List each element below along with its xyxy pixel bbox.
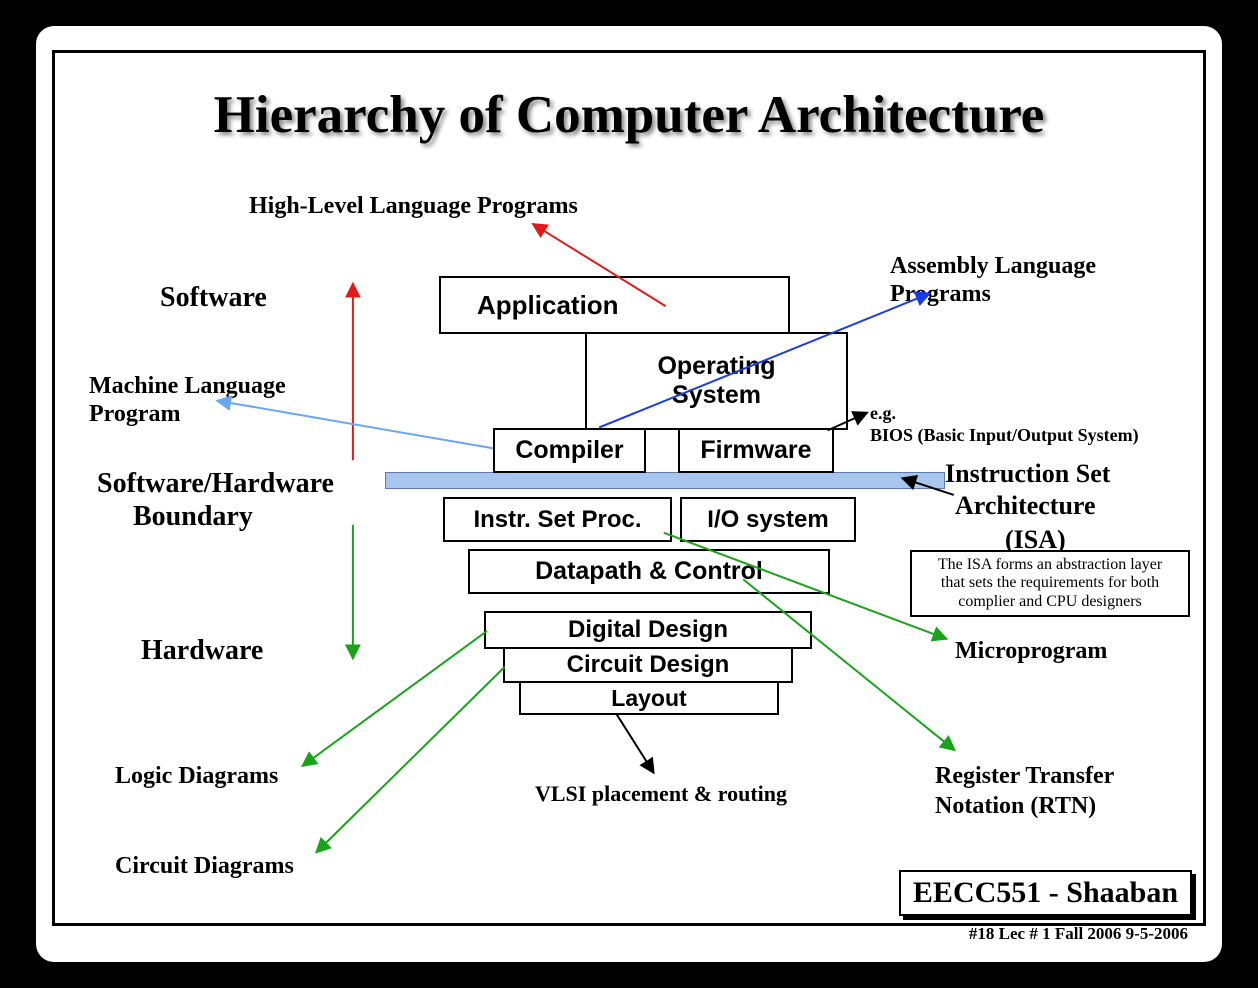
label-vlsi: VLSI placement & routing: [535, 781, 787, 807]
box-os: Operating System: [585, 332, 848, 430]
label-bios-2: BIOS (Basic Input/Output System): [870, 425, 1139, 446]
box-application: Application: [439, 276, 790, 334]
slide-title: Hierarchy of Computer Architecture: [55, 85, 1203, 145]
label-bios-1: e.g.: [870, 403, 896, 424]
box-layout: Layout: [519, 681, 779, 715]
box-isp: Instr. Set Proc.: [443, 497, 672, 542]
isa-bar: [385, 472, 945, 489]
inner-frame: Hierarchy of Computer Architecture High-…: [52, 50, 1206, 926]
label-rtn-2: Notation (RTN): [935, 793, 1096, 820]
label-isa-1: Instruction Set: [945, 459, 1110, 489]
label-hardware: Hardware: [141, 635, 263, 667]
label-microprogram: Microprogram: [955, 638, 1107, 665]
label-swhw-1: Software/Hardware: [97, 468, 334, 500]
box-compiler: Compiler: [493, 428, 646, 473]
label-isa-2: Architecture: [955, 491, 1096, 521]
label-logic-diagrams: Logic Diagrams: [115, 763, 278, 790]
label-assembly-2: Programs: [890, 281, 991, 308]
footer-meta: #18 Lec # 1 Fall 2006 9-5-2006: [969, 924, 1188, 944]
label-high-level: High-Level Language Programs: [249, 193, 578, 220]
label-program: Program: [89, 401, 181, 428]
label-swhw-2: Boundary: [133, 501, 253, 533]
box-digital: Digital Design: [484, 611, 812, 649]
label-rtn-1: Register Transfer: [935, 763, 1114, 790]
label-circuit-diagrams: Circuit Diagrams: [115, 853, 294, 880]
box-firmware: Firmware: [678, 428, 834, 473]
box-io: I/O system: [680, 497, 856, 542]
box-circuit: Circuit Design: [503, 647, 793, 683]
label-software: Software: [160, 282, 267, 314]
box-datapath: Datapath & Control: [468, 549, 830, 594]
footer-course: EECC551 - Shaaban: [899, 870, 1192, 916]
label-assembly-1: Assembly Language: [890, 253, 1096, 280]
slide: Hierarchy of Computer Architecture High-…: [36, 26, 1222, 962]
isa-note: The ISA forms an abstraction layer that …: [910, 550, 1190, 617]
label-machine-lang: Machine Language: [89, 373, 286, 400]
